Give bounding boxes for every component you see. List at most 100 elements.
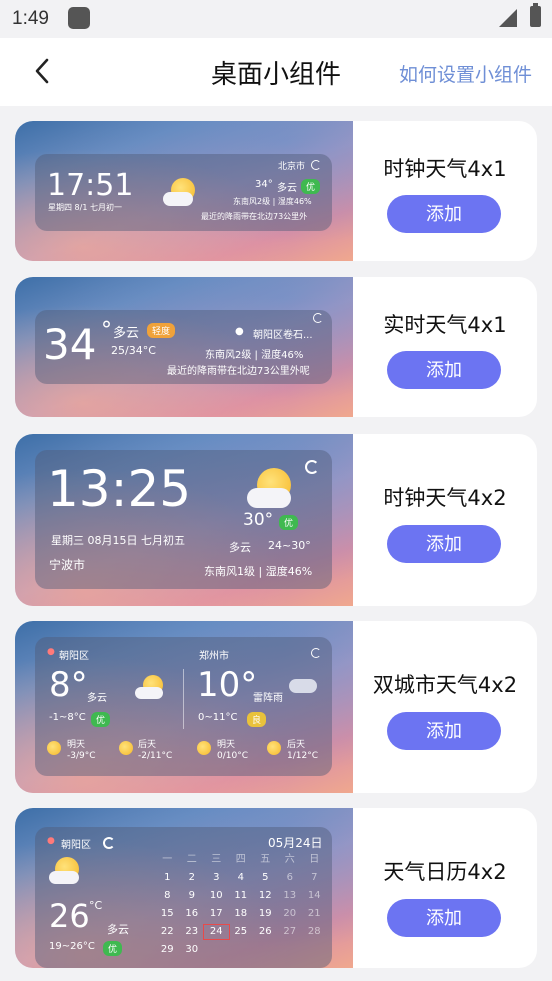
temperature: 30° bbox=[243, 510, 274, 530]
calendar-day: 16 bbox=[185, 908, 199, 919]
aqi-badge: 优 bbox=[103, 941, 123, 956]
calendar-day: 5 bbox=[262, 872, 269, 883]
forecast-range: 0/10°C bbox=[217, 751, 248, 761]
cloud-icon bbox=[135, 687, 163, 699]
location-pin-icon: ● bbox=[47, 836, 55, 846]
widget-card-dual-city-weather-4x2: ● 朝阳区 8° 多云 -1~8°C 优 郑州市 10° 雷阵雨 0~11°C … bbox=[15, 621, 537, 793]
widget-preview: ● 朝阳区 05月24日 26 °C 多云 19~26°C 优 一二三四五六日1… bbox=[15, 808, 353, 968]
weekday-label: 一 bbox=[162, 854, 173, 865]
weekday-label: 六 bbox=[284, 854, 295, 865]
widget-preview: 34 ° 多云 轻度 25/34°C ● 朝阳区卷石... 东南风2级 | 湿度… bbox=[15, 277, 353, 417]
calendar-day: 29 bbox=[160, 944, 174, 955]
city1-aqi-badge: 优 bbox=[91, 712, 111, 727]
rain-info: 最近的降雨带在北边73公里外呢 bbox=[167, 366, 310, 377]
aqi-badge: 优 bbox=[301, 179, 321, 194]
clock-time: 17:51 bbox=[47, 168, 134, 203]
wind-humidity: 东南风2级 | 湿度46% bbox=[205, 350, 304, 361]
sun-icon bbox=[267, 741, 281, 755]
add-button[interactable]: 添加 bbox=[387, 195, 501, 233]
app-header: 桌面小组件 如何设置小组件 bbox=[0, 38, 552, 106]
city-name: 朝阳区 bbox=[61, 840, 91, 851]
calendar-day: 11 bbox=[234, 890, 248, 901]
add-button[interactable]: 添加 bbox=[387, 712, 501, 750]
aqi-badge: 轻度 bbox=[147, 323, 176, 338]
widget-panel: 13:25 星期三 08月15日 七月初五 宁波市 30° 优 多云 24~30… bbox=[35, 450, 332, 589]
widget-panel: 17:51 星期四 8/1 七月初一 北京市 34° 多云 优 东南风2级 | … bbox=[35, 154, 332, 231]
status-bar: 1:49 bbox=[0, 0, 552, 38]
calendar-day: 17 bbox=[209, 908, 223, 919]
calendar-day: 3 bbox=[213, 872, 220, 883]
widget-name: 时钟天气4x1 bbox=[383, 157, 507, 181]
widget-panel: ● 朝阳区 05月24日 26 °C 多云 19~26°C 优 一二三四五六日1… bbox=[35, 827, 332, 968]
widget-name: 双城市天气4x2 bbox=[372, 673, 518, 697]
city-name: 宁波市 bbox=[49, 558, 86, 572]
widget-name: 天气日历4x2 bbox=[383, 860, 507, 884]
city1-name: 朝阳区 bbox=[59, 651, 89, 662]
degree-sign: ° bbox=[101, 318, 112, 343]
weekday-label: 五 bbox=[260, 854, 271, 865]
add-button[interactable]: 添加 bbox=[387, 525, 501, 563]
calendar-day: 9 bbox=[188, 890, 195, 901]
calendar-day: 23 bbox=[185, 926, 199, 937]
condition: 多云 bbox=[113, 326, 140, 341]
condition: 多云 bbox=[229, 541, 251, 554]
calendar-day: 28 bbox=[307, 926, 321, 937]
weekday-label: 三 bbox=[211, 854, 222, 865]
calendar-day: 20 bbox=[283, 908, 297, 919]
clock-time: 13:25 bbox=[47, 460, 192, 518]
city2-aqi-badge: 良 bbox=[247, 712, 267, 727]
calendar-day: 8 bbox=[164, 890, 171, 901]
calendar-day: 18 bbox=[234, 908, 248, 919]
location-pin-icon: ● bbox=[47, 647, 55, 657]
condition: 多云 bbox=[277, 183, 297, 194]
temperature: 34 bbox=[43, 320, 97, 369]
refresh-icon bbox=[305, 460, 319, 474]
widget-preview: 17:51 星期四 8/1 七月初一 北京市 34° 多云 优 东南风2级 | … bbox=[15, 121, 353, 261]
date-text: 星期三 08月15日 七月初五 bbox=[51, 534, 185, 547]
location-pin-icon: ● bbox=[235, 326, 244, 337]
add-button[interactable]: 添加 bbox=[387, 351, 501, 389]
widget-card-realtime-weather-4x1: 34 ° 多云 轻度 25/34°C ● 朝阳区卷石... 东南风2级 | 湿度… bbox=[15, 277, 537, 417]
calendar-day: 6 bbox=[286, 872, 293, 883]
widget-preview: ● 朝阳区 8° 多云 -1~8°C 优 郑州市 10° 雷阵雨 0~11°C … bbox=[15, 621, 353, 793]
widget-card-clock-weather-4x2: 13:25 星期三 08月15日 七月初五 宁波市 30° 优 多云 24~30… bbox=[15, 434, 537, 606]
weekday-label: 二 bbox=[186, 854, 197, 865]
forecast-day: 后天 bbox=[287, 740, 306, 750]
calendar-day: 10 bbox=[209, 890, 223, 901]
status-time: 1:49 bbox=[12, 8, 49, 29]
wind-humidity: 东南风1级 | 湿度46% bbox=[204, 565, 313, 578]
temp-range: 25/34°C bbox=[111, 344, 156, 357]
forecast-day: 明天 bbox=[217, 740, 236, 750]
widget-card-clock-weather-4x1: 17:51 星期四 8/1 七月初一 北京市 34° 多云 优 东南风2级 | … bbox=[15, 121, 537, 261]
signal-icon bbox=[499, 9, 517, 27]
widget-preview: 13:25 星期三 08月15日 七月初五 宁波市 30° 优 多云 24~30… bbox=[15, 434, 353, 606]
calendar-grid: 一二三四五六日 1 2 3 4 5 6 7 8 9 10 11 12 13 14 15 16 17 18 19 20 21… bbox=[155, 853, 327, 957]
thunderstorm-icon bbox=[289, 679, 317, 693]
forecast-range: -2/11°C bbox=[138, 751, 173, 761]
city-divider bbox=[183, 669, 184, 729]
calendar-day: 4 bbox=[237, 872, 244, 883]
sun-icon bbox=[47, 741, 61, 755]
temperature: 26 bbox=[49, 897, 90, 935]
wind-humidity: 东南风2级 | 湿度46% bbox=[233, 197, 312, 206]
aqi-badge: 优 bbox=[279, 515, 299, 530]
calendar-day: 26 bbox=[258, 926, 272, 937]
city2-name: 郑州市 bbox=[199, 651, 229, 662]
temp-range: 19~26°C bbox=[49, 941, 95, 952]
help-link[interactable]: 如何设置小组件 bbox=[399, 60, 532, 87]
calendar-day: 15 bbox=[160, 908, 174, 919]
add-button[interactable]: 添加 bbox=[387, 899, 501, 937]
cloud-icon bbox=[247, 488, 291, 508]
calendar-day: 21 bbox=[307, 908, 321, 919]
forecast-day: 明天 bbox=[67, 740, 86, 750]
widget-name: 实时天气4x1 bbox=[383, 313, 507, 337]
calendar-day: 13 bbox=[283, 890, 297, 901]
refresh-icon bbox=[313, 313, 323, 323]
calendar-date: 05月24日 bbox=[268, 836, 323, 850]
city1-condition: 多云 bbox=[87, 693, 107, 704]
location-name: 朝阳区卷石... bbox=[253, 330, 313, 341]
widget-panel: 34 ° 多云 轻度 25/34°C ● 朝阳区卷石... 东南风2级 | 湿度… bbox=[35, 310, 332, 384]
cloud-icon bbox=[49, 871, 79, 884]
city2-condition: 雷阵雨 bbox=[253, 693, 283, 704]
cloud-icon bbox=[163, 192, 193, 206]
